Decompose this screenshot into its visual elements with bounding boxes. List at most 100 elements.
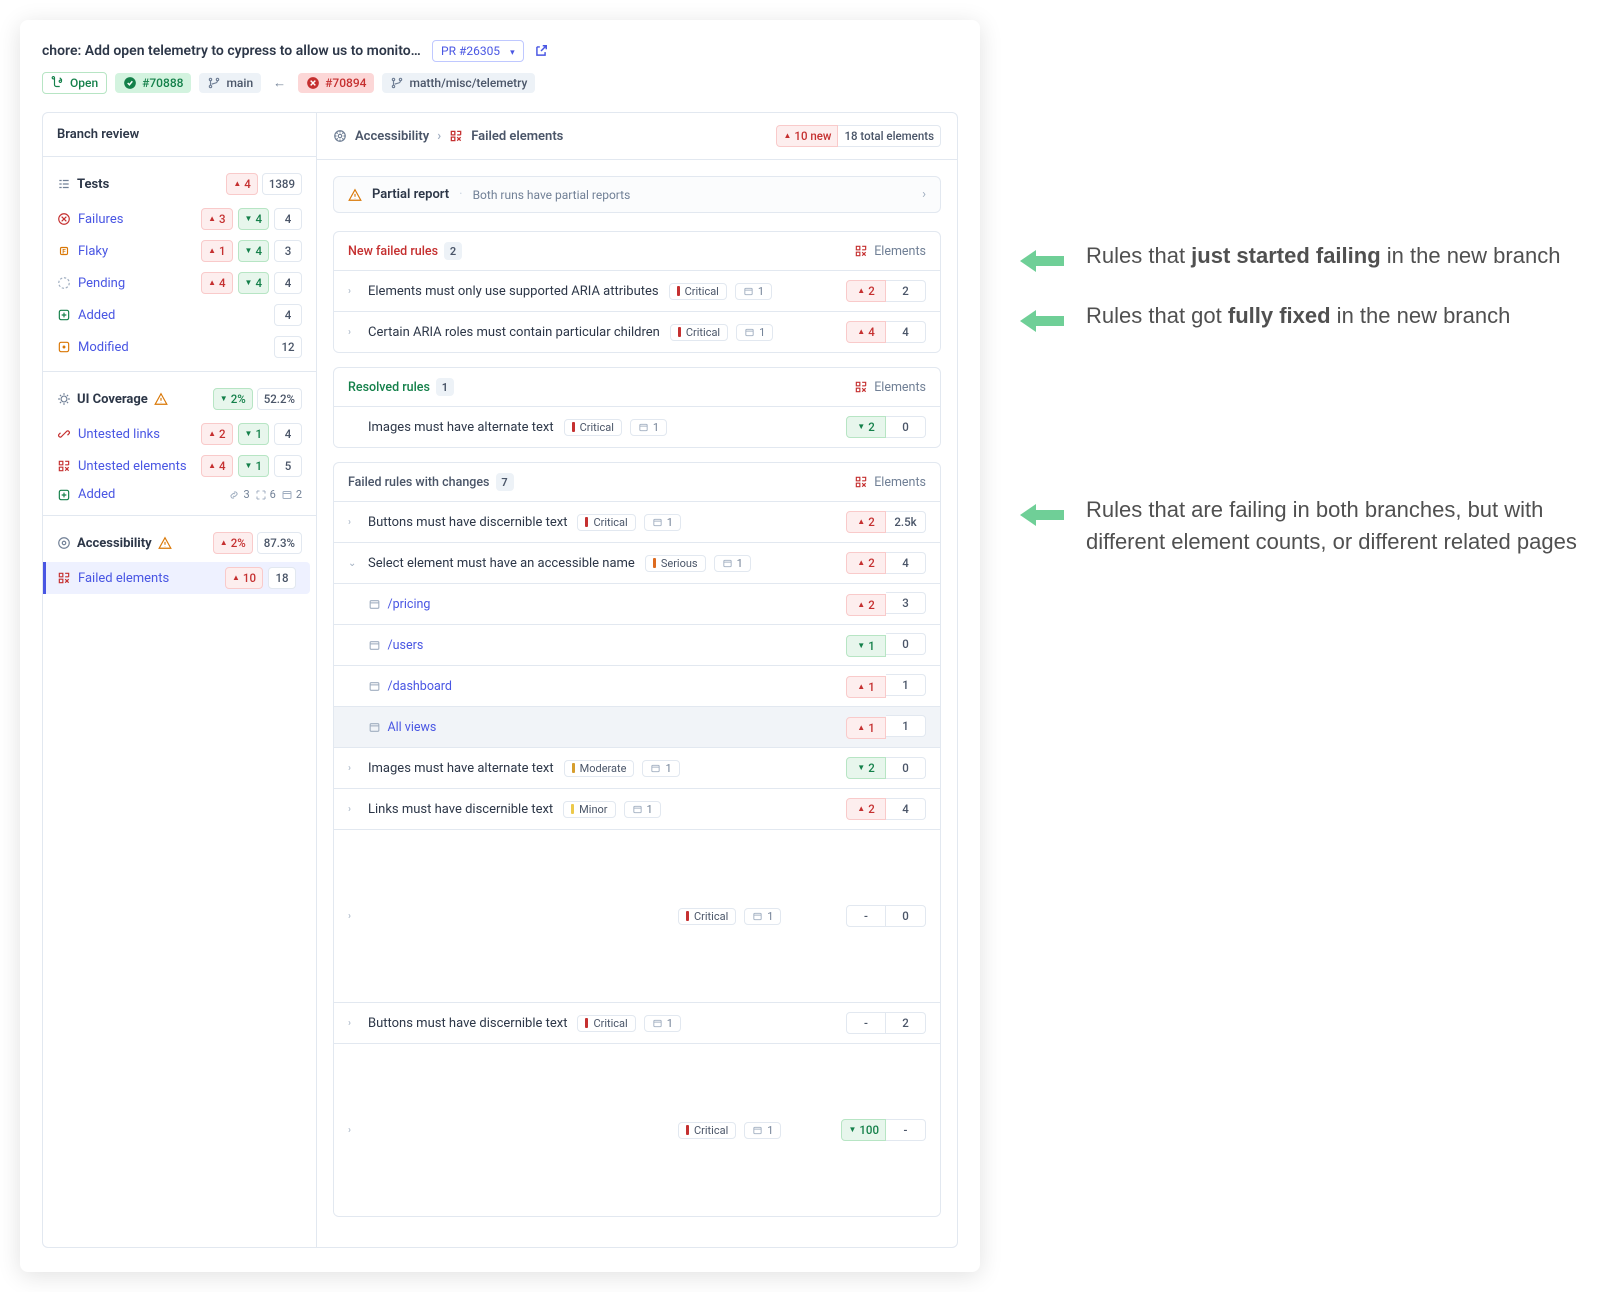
rule-row[interactable]: ›Buttons must have discernible textCriti… <box>334 501 940 542</box>
page-path: /pricing <box>387 597 430 612</box>
branch-a-label: main <box>226 76 253 90</box>
page-total: 1 <box>886 674 926 696</box>
external-link-icon[interactable] <box>534 44 548 58</box>
severity-badge: Critical <box>564 419 622 436</box>
chevron-right-icon: › <box>348 327 360 338</box>
elements-icon <box>854 380 868 394</box>
sidebar-item-failed-elements[interactable]: Failed elements▲1018 <box>43 562 310 594</box>
delta-down-chip: ▼100 <box>841 1119 886 1141</box>
untested-links-icon <box>57 427 71 441</box>
section-title: UI Coverage <box>77 392 148 407</box>
rule-row[interactable]: ›Links must have discernible textMinor1▲… <box>334 788 940 829</box>
added2-icon <box>57 488 71 502</box>
sidebar-item-added[interactable]: Added4 <box>43 299 316 331</box>
down-chip: ▼1 <box>238 423 269 445</box>
count-chip: 3 <box>274 240 302 262</box>
branch-b-label: matth/misc/telemetry <box>409 76 527 90</box>
a11y-title-icon <box>57 536 71 550</box>
chevron-right-icon: › <box>348 286 360 297</box>
app-card: chore: Add open telemetry to cypress to … <box>20 20 980 1272</box>
notice-title: Partial report <box>372 187 449 202</box>
down-chip: ▼4 <box>238 208 269 230</box>
count-chip: 4 <box>274 272 302 294</box>
rule-row[interactable]: Images must have alternate textCritical1… <box>334 406 940 447</box>
section-title-row[interactable]: Tests▲41389 <box>43 165 316 203</box>
sidebar-item-untested-elements[interactable]: Untested elements▲4▼15 <box>43 450 316 482</box>
group-title: Failed rules with changes <box>348 475 490 490</box>
up-chip: ▲4 <box>201 455 232 477</box>
total-chip: 4 <box>886 321 926 343</box>
rule-row[interactable]: › elements must have captionsCritical1▼1… <box>334 1043 940 1216</box>
elements-icon <box>854 244 868 258</box>
rule-name: elements must have captions <box>368 1053 668 1207</box>
chevron-right-icon: › <box>348 804 360 815</box>
rule-row[interactable]: ⌄Select element must have an accessible … <box>334 542 940 583</box>
sidebar-item-untested-links[interactable]: Untested links▲2▼14 <box>43 418 316 450</box>
crumb-accessibility[interactable]: Accessibility <box>355 129 429 144</box>
page-row[interactable]: All views▲11 <box>334 706 940 747</box>
delta-down-chip: ▼1 <box>846 635 886 657</box>
rule-row[interactable]: ›Elements must only use supported ARIA a… <box>334 270 940 311</box>
sidebar-item-label: Failures <box>78 212 123 227</box>
rule-row[interactable]: › elements must have captionsCritical1-0 <box>334 829 940 1002</box>
failed-elements-icon <box>57 571 71 585</box>
rule-row[interactable]: ›Certain ARIA roles must contain particu… <box>334 311 940 352</box>
group-count: 2 <box>444 242 462 260</box>
warning-icon <box>154 392 168 406</box>
breadcrumb: Accessibility › Failed elements <box>333 129 563 144</box>
delta-up-chip: ▲1 <box>846 676 886 698</box>
arrow-left-icon <box>1020 308 1064 334</box>
rule-name: Buttons must have discernible text <box>368 1016 567 1031</box>
run-a-chip[interactable]: #70888 <box>115 73 191 93</box>
sidebar-item-flaky[interactable]: FFlaky▲1▼43 <box>43 235 316 267</box>
sidebar-item-label: Flaky <box>78 244 108 259</box>
rule-row[interactable]: ›Buttons must have discernible textCriti… <box>334 1002 940 1043</box>
count-chip: 5 <box>274 455 302 477</box>
window-icon <box>368 680 381 693</box>
count-chip: 12 <box>274 336 302 358</box>
window-icon <box>368 721 381 734</box>
arrow-left-icon <box>1020 502 1064 528</box>
views-chip: 1 <box>624 801 661 818</box>
window-icon <box>368 598 381 611</box>
page-title: chore: Add open telemetry to cypress to … <box>42 43 422 59</box>
branch-a-chip[interactable]: main <box>199 73 261 93</box>
branch-b-chip[interactable]: matth/misc/telemetry <box>382 73 535 93</box>
sidebar-item-pending[interactable]: Pending▲4▼44 <box>43 267 316 299</box>
page-row[interactable]: /dashboard▲11 <box>334 665 940 706</box>
views-chip: 1 <box>642 760 679 777</box>
elements-icon <box>854 475 868 489</box>
views-chip: 1 <box>736 324 773 341</box>
sidebar-item-label: Failed elements <box>78 571 169 586</box>
severity-badge: Critical <box>678 1122 736 1139</box>
sidebar-item-modified[interactable]: Modified12 <box>43 331 316 363</box>
sidebar-item-failures[interactable]: Failures▲3▼44 <box>43 203 316 235</box>
sidebar-item-added[interactable]: Added 3 6 2 <box>43 482 316 507</box>
group-header: Failed rules with changes7 Elements <box>334 463 940 501</box>
crumb-failed-elements[interactable]: Failed elements <box>471 129 563 144</box>
run-b-chip[interactable]: #70894 <box>298 73 374 93</box>
rule-row[interactable]: ›Images must have alternate textModerate… <box>334 747 940 788</box>
views-chip: 1 <box>735 283 772 300</box>
chevron-right-icon: › <box>348 1018 360 1029</box>
tests-title-icon <box>57 177 71 191</box>
partial-report-notice[interactable]: Partial report · Both runs have partial … <box>333 176 941 213</box>
section-title-row[interactable]: UI Coverage ▼2%52.2% <box>43 380 316 418</box>
count-chip: 4 <box>274 208 302 230</box>
page-row[interactable]: /pricing▲23 <box>334 583 940 624</box>
total-chip: 0 <box>886 416 926 438</box>
total-chip: 4 <box>886 798 926 820</box>
group-count: 1 <box>436 378 454 396</box>
coverage-title-icon <box>57 392 71 406</box>
delta-up-chip: ▲2 <box>846 552 886 574</box>
sidebar-item-label: Added <box>78 308 115 323</box>
page-total: 1 <box>886 715 926 737</box>
modified-icon <box>57 340 71 354</box>
page-row[interactable]: /users▼10 <box>334 624 940 665</box>
pr-selector[interactable]: PR #26305 <box>432 40 524 62</box>
section-title-row[interactable]: Accessibility ▲2%87.3% <box>43 524 316 562</box>
tests-total: 1389 <box>262 173 302 195</box>
severity-badge: Critical <box>670 324 728 341</box>
total-chip: 0 <box>886 757 926 779</box>
pending-icon <box>57 276 71 290</box>
